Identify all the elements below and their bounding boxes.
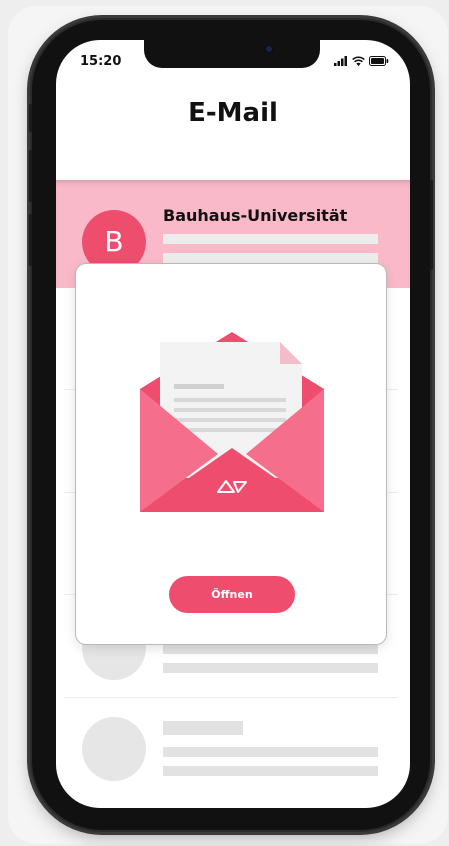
battery-icon <box>369 56 389 66</box>
row-divider <box>64 697 398 698</box>
volume-down-button <box>29 214 32 266</box>
notch <box>144 40 320 68</box>
placeholder-avatar <box>82 717 146 781</box>
volume-up-button <box>29 150 32 202</box>
page-title: E-Mail <box>188 98 278 128</box>
power-button <box>430 180 433 270</box>
status-time: 15:20 <box>80 54 122 69</box>
status-icons <box>334 56 389 66</box>
wifi-icon <box>352 56 365 66</box>
placeholder-line <box>163 747 378 757</box>
signal-icon <box>334 56 347 66</box>
camera-icon <box>264 44 274 54</box>
preview-placeholder <box>163 253 378 263</box>
open-button[interactable]: Öffnen <box>169 576 295 613</box>
placeholder-line <box>163 766 378 776</box>
mute-switch <box>29 104 32 132</box>
placeholder-line <box>163 721 243 735</box>
envelope-icon <box>140 332 324 512</box>
subject-placeholder <box>163 234 378 244</box>
sender-name: Bauhaus-Universität <box>163 206 348 225</box>
placeholder-line <box>163 663 378 673</box>
placeholder-line <box>163 644 378 654</box>
